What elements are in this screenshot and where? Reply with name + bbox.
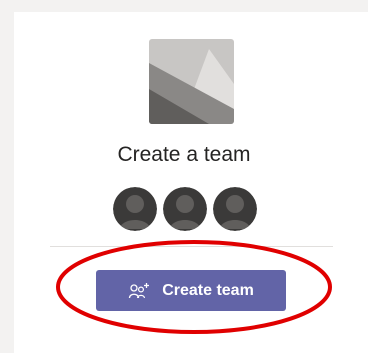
card-title: Create a team: [117, 143, 251, 166]
create-team-button[interactable]: Create team: [96, 270, 286, 311]
people-add-icon: [128, 282, 150, 300]
create-team-button-label: Create team: [162, 281, 254, 299]
divider: [50, 246, 333, 247]
person-icon: [213, 187, 257, 231]
person-icon: [163, 187, 207, 231]
person-icon: [113, 187, 157, 231]
team-image-placeholder-icon: [149, 39, 234, 124]
member-avatars: [113, 187, 257, 231]
